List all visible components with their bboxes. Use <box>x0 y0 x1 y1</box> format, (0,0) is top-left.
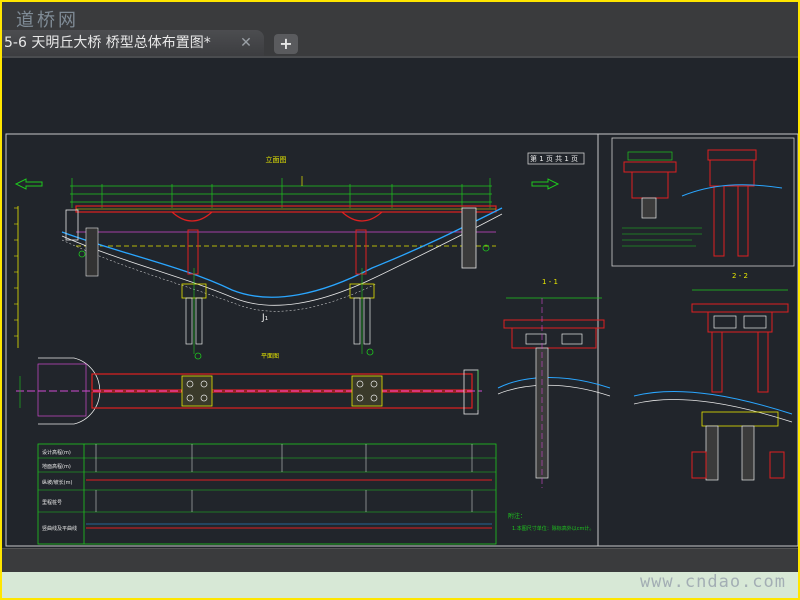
deck-plan-bottom <box>91 391 473 409</box>
section-1: 1 - 1 <box>497 278 611 488</box>
haunch-left <box>171 211 213 222</box>
document-tab-label: 5-6 天明丘大桥 桥型总体布置图* <box>4 35 211 51</box>
curve-label: J₁ <box>261 313 269 323</box>
close-icon[interactable]: ✕ <box>238 35 254 51</box>
section-2-title: 2 - 2 <box>732 272 748 280</box>
pier-plan-2 <box>351 375 383 407</box>
deck-plan-top <box>91 373 473 391</box>
title-bar: 道桥网 5-6 天明丘大桥 桥型总体布置图* ✕ + <box>2 2 798 58</box>
pier-1 <box>187 229 199 275</box>
elevation-title: 立面图 <box>266 155 287 164</box>
table-row: 竖曲线及平曲线 <box>42 525 77 532</box>
document-tab[interactable]: 5-6 天明丘大桥 桥型总体布置图* <box>2 30 264 56</box>
drawing-canvas[interactable]: 立面图 第 1 页 共 1 页 J₁ 平面图 设计高程(m) 地面高程(m) 纵… <box>2 58 798 548</box>
arrow-left-icon <box>14 178 43 190</box>
cad-drawing: 立面图 第 1 页 共 1 页 J₁ 平面图 设计高程(m) 地面高程(m) 纵… <box>5 133 798 547</box>
pier-2 <box>355 229 367 275</box>
section-1-title: 1 - 1 <box>542 278 558 286</box>
profile-table: 设计高程(m) 地面高程(m) 纵坡/坡长(m) 里程桩号 竖曲线及平曲线 <box>37 443 497 545</box>
haunch-right <box>341 211 383 222</box>
abutment-plan-left <box>38 357 101 425</box>
plan-title: 平面图 <box>261 353 279 360</box>
new-tab-button[interactable]: + <box>274 34 298 54</box>
plan-view: 平面图 <box>16 353 482 425</box>
sheet-border <box>5 133 798 547</box>
notes-title: 附注： <box>508 512 526 520</box>
cad-window: 道桥网 5-6 天明丘大桥 桥型总体布置图* ✕ + 立面图 第 1 页 共 1… <box>0 0 800 600</box>
table-row: 纵坡/坡长(m) <box>42 479 73 486</box>
notes-line: 1.本图尺寸单位：除标高外以cm计。 <box>512 525 594 532</box>
arrow-right-icon <box>531 178 560 190</box>
abutment-right <box>461 207 477 269</box>
detail-view <box>611 137 795 267</box>
table-row: 地面高程(m) <box>42 463 71 470</box>
page-label: 第 1 页 共 1 页 <box>530 154 578 163</box>
watermark-top: 道桥网 <box>16 10 79 31</box>
horizontal-scrollbar[interactable] <box>2 548 798 573</box>
pier-plan-1 <box>181 375 213 407</box>
ground-profile-2 <box>61 213 503 306</box>
ground-profile <box>61 207 503 298</box>
section-2: 2 - 2 <box>633 272 793 481</box>
watermark-bottom: www.cndao.com <box>639 572 786 592</box>
table-row: 里程桩号 <box>42 499 62 506</box>
elevation-view: 立面图 第 1 页 共 1 页 J₁ <box>14 152 585 360</box>
table-row: 设计高程(m) <box>42 449 71 456</box>
